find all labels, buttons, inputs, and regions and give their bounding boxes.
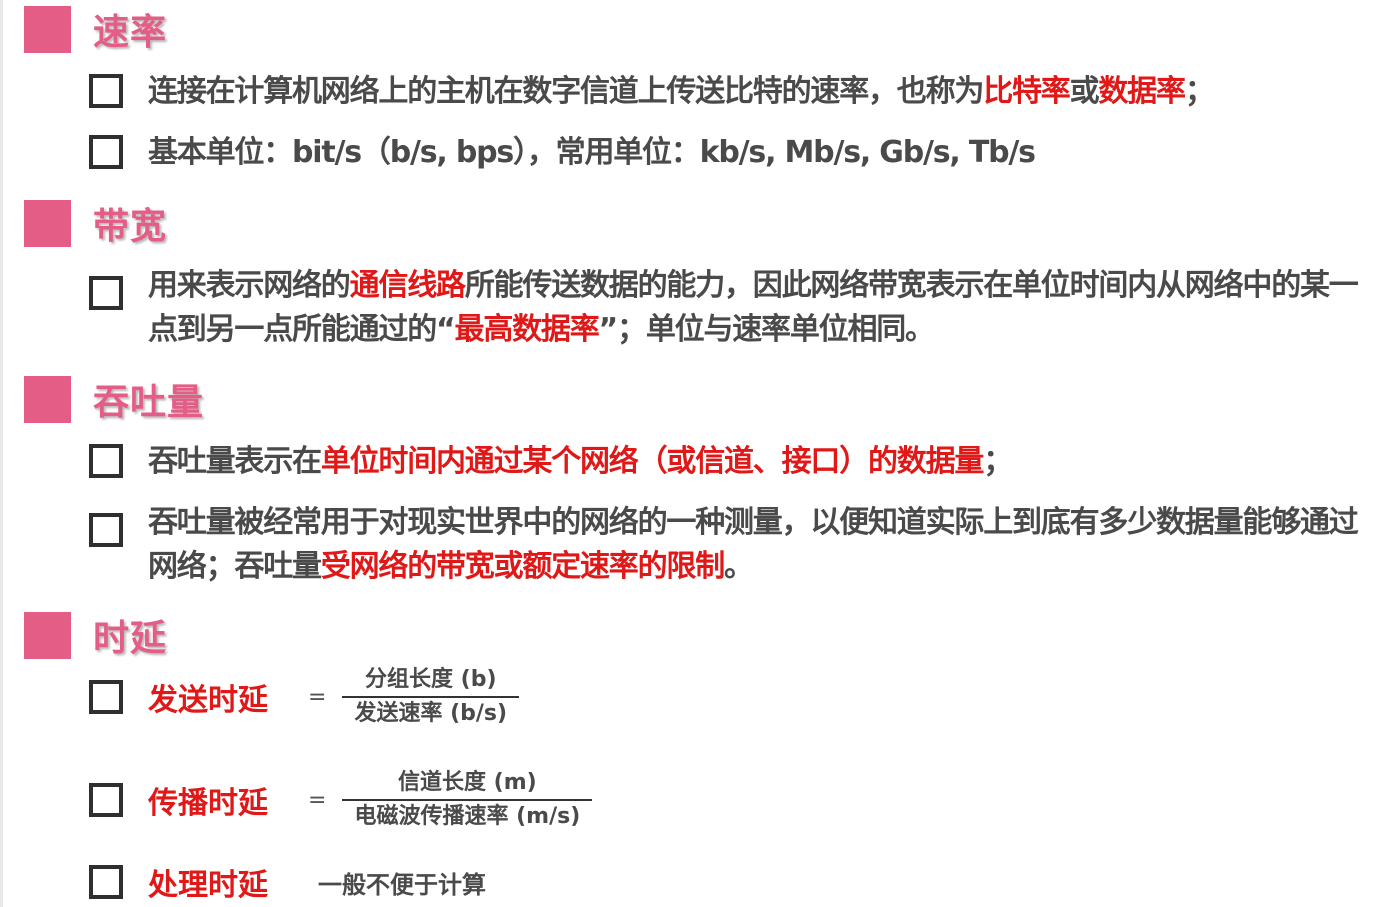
denominator: 电磁波传播速率 (m/s) (354, 804, 581, 829)
text-run: ”；单位与速率单位相同。 (598, 312, 936, 347)
formula-label: 发送时延 (148, 683, 268, 718)
section-heading-bandwidth: 带宽 (24, 199, 167, 247)
left-edge-line (0, 0, 3, 907)
formula-propagation-delay: 传播时延 = 信道长度 (m) 电磁波传播速率 (m/s) (89, 767, 593, 833)
item-text: 吞吐量被经常用于对现实世界中的网络的一种测量，以便知道实际上到底有多少数据量能够… (148, 501, 1369, 589)
checkbox-icon (89, 74, 123, 108)
checkbox-icon (89, 680, 123, 714)
list-item-throughput-definition: 吞吐量表示在单位时间内通过某个网络（或信道、接口）的数据量； (89, 440, 1369, 484)
formula-label: 处理时延 (148, 868, 268, 903)
text-run: 用来表示网络的 (148, 268, 351, 303)
section-heading-throughput: 吞吐量 (24, 375, 204, 423)
section-title: 时延 (93, 618, 168, 659)
section-title: 带宽 (93, 206, 168, 247)
text-run: 基本单位：bit/s（b/s, bps），常用单位：kb/s, Mb/s, Gb… (148, 135, 1036, 170)
text-run: ； (983, 444, 1013, 479)
fraction: 分组长度 (b) 发送速率 (b/s) (342, 664, 520, 730)
item-text: 用来表示网络的通信线路所能传送数据的能力，因此网络带宽表示在单位时间内从网络中的… (148, 264, 1369, 352)
equals-sign: = (308, 787, 327, 813)
formula-label: 传播时延 (148, 786, 268, 821)
bullet-square (24, 5, 71, 53)
numerator: 信道长度 (m) (398, 770, 537, 795)
item-text: 连接在计算机网络上的主机在数字信道上传送比特的速率，也称为比特率或数据率； (148, 70, 1215, 114)
highlight-text: 通信线路 (349, 268, 466, 303)
bullet-square (24, 375, 71, 423)
section-title: 速率 (93, 12, 168, 53)
numerator: 分组长度 (b) (365, 667, 497, 692)
item-text: 吞吐量表示在单位时间内通过某个网络（或信道、接口）的数据量； (148, 440, 1013, 484)
checkbox-icon (89, 865, 123, 899)
bullet-square (24, 611, 71, 659)
checkbox-icon (89, 444, 123, 478)
checkbox-icon (89, 513, 123, 547)
equals-sign: = (308, 684, 327, 710)
highlight-text: 单位时间内通过某个网络（或信道、接口）的数据量 (320, 444, 985, 479)
section-title: 吞吐量 (93, 382, 205, 423)
formula-transmission-delay: 发送时延 = 分组长度 (b) 发送速率 (b/s) (89, 664, 520, 730)
formula-processing-delay: 处理时延 一般不便于计算 (89, 860, 486, 904)
text-run: 吞吐量表示在 (148, 444, 322, 479)
list-item-rate-definition: 连接在计算机网络上的主机在数字信道上传送比特的速率，也称为比特率或数据率； (89, 70, 1369, 114)
text-run: ； (1184, 74, 1215, 109)
highlight-text: 比特率 (983, 74, 1071, 109)
checkbox-icon (89, 276, 123, 310)
text-run: 连接在计算机网络上的主机在数字信道上传送比特的速率，也称为 (148, 74, 984, 109)
fraction: 信道长度 (m) 电磁波传播速率 (m/s) (342, 767, 593, 833)
text-run: 。 (724, 549, 754, 584)
highlight-text: 数据率 (1098, 74, 1186, 109)
checkbox-icon (89, 783, 123, 817)
formula-note: 一般不便于计算 (318, 870, 486, 899)
list-item-bandwidth-definition: 用来表示网络的通信线路所能传送数据的能力，因此网络带宽表示在单位时间内从网络中的… (89, 264, 1369, 352)
denominator: 发送速率 (b/s) (354, 701, 508, 726)
item-text: 基本单位：bit/s（b/s, bps），常用单位：kb/s, Mb/s, Gb… (148, 131, 1036, 175)
section-heading-rate: 速率 (24, 5, 167, 53)
bullet-square (24, 199, 71, 247)
highlight-text: 最高数据率 (454, 312, 600, 347)
section-heading-delay: 时延 (24, 611, 167, 659)
text-run: 或 (1069, 74, 1100, 109)
list-item-rate-units: 基本单位：bit/s（b/s, bps），常用单位：kb/s, Mb/s, Gb… (89, 131, 1369, 175)
list-item-throughput-usage: 吞吐量被经常用于对现实世界中的网络的一种测量，以便知道实际上到底有多少数据量能够… (89, 501, 1369, 589)
checkbox-icon (89, 135, 123, 169)
highlight-text: 受网络的带宽或额定速率的限制 (320, 549, 725, 584)
